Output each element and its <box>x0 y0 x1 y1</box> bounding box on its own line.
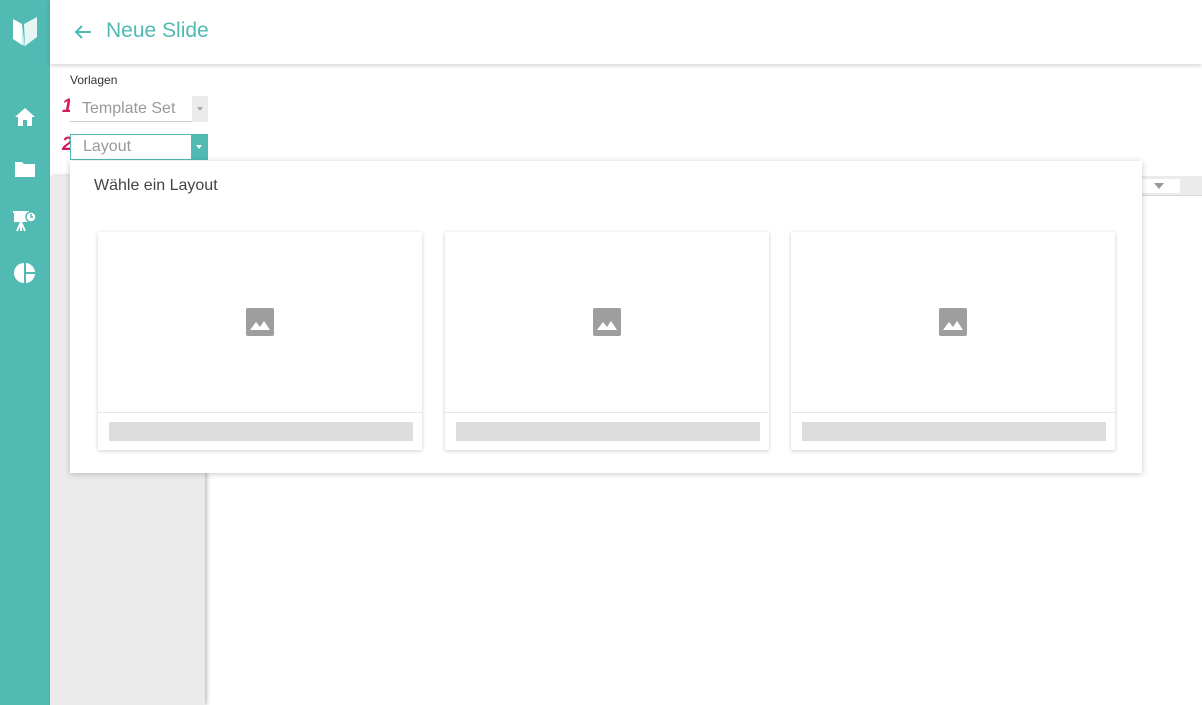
sidebar <box>0 0 50 705</box>
home-icon <box>15 108 35 126</box>
layout-card[interactable] <box>98 232 422 450</box>
caret-down-icon <box>196 145 202 149</box>
layout-card[interactable] <box>445 232 769 450</box>
template-set-value: Template Set <box>82 99 176 117</box>
image-icon <box>593 308 621 336</box>
fox-logo-icon <box>13 17 37 46</box>
layout-thumbnail <box>791 232 1115 413</box>
layout-caption-placeholder <box>456 422 760 441</box>
layout-thumbnail <box>98 232 422 413</box>
template-set-arrow[interactable] <box>192 95 208 122</box>
caret-down-icon <box>1154 183 1164 189</box>
layout-card[interactable] <box>791 232 1115 450</box>
folder-icon <box>15 162 35 177</box>
app-logo[interactable] <box>0 0 50 64</box>
top-bar: Neue Slide <box>50 0 1202 64</box>
image-icon <box>939 308 967 336</box>
caret-down-icon <box>197 106 203 111</box>
layout-picker-popup: Wähle ein Layout <box>70 161 1142 473</box>
layout-caption-placeholder <box>802 422 1106 441</box>
nav-statistics[interactable] <box>0 253 50 293</box>
back-button[interactable] <box>70 18 96 46</box>
nav-home[interactable] <box>0 97 50 137</box>
image-icon <box>246 308 274 336</box>
layout-thumbnail <box>445 232 769 413</box>
pie-chart-icon <box>14 263 35 283</box>
editor-dropdown[interactable] <box>1138 179 1180 193</box>
template-set-select[interactable]: Template Set <box>70 95 208 122</box>
nav-folder[interactable] <box>0 149 50 189</box>
arrow-left-icon <box>74 25 91 39</box>
vorlagen-label: Vorlagen <box>70 73 118 87</box>
layout-value: Layout <box>83 138 132 155</box>
layout-arrow[interactable] <box>191 134 207 160</box>
page-title: Neue Slide <box>106 19 209 42</box>
presentation-icon <box>13 211 37 232</box>
layout-caption-placeholder <box>109 422 413 441</box>
nav-presentation[interactable] <box>0 201 50 241</box>
layout-picker-title: Wähle ein Layout <box>94 177 218 194</box>
layout-select[interactable]: Layout <box>70 134 208 160</box>
